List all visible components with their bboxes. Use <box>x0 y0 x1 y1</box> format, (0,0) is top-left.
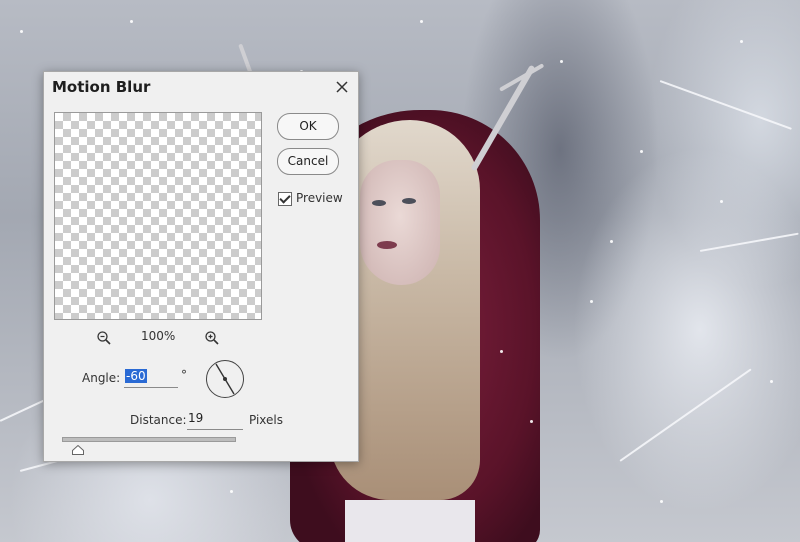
slider-thumb[interactable] <box>72 440 84 455</box>
snowflake <box>770 380 773 383</box>
lips <box>377 241 397 249</box>
preview-area[interactable] <box>54 112 262 320</box>
snowflake <box>640 150 643 153</box>
zoom-out-button[interactable] <box>96 330 112 346</box>
slider-thumb-icon <box>72 444 84 455</box>
white-dress <box>345 500 475 542</box>
angle-label: Angle: <box>82 371 121 385</box>
snowflake <box>660 500 663 503</box>
snowflake <box>560 60 563 63</box>
cancel-button[interactable]: Cancel <box>277 148 339 175</box>
distance-input[interactable]: 19 <box>187 411 243 430</box>
face <box>360 160 440 285</box>
close-icon <box>336 81 348 93</box>
snowflake <box>590 300 593 303</box>
snowflake <box>20 30 23 33</box>
eye <box>372 200 386 206</box>
preview-label: Preview <box>296 191 343 205</box>
zoom-level: 100% <box>141 329 176 343</box>
snowflake <box>420 20 423 23</box>
distance-slider[interactable] <box>62 437 236 442</box>
dialog-title: Motion Blur <box>52 78 151 96</box>
snowy-branch <box>619 368 752 462</box>
snowy-branch <box>699 232 799 252</box>
angle-input[interactable]: -60 <box>124 369 178 388</box>
snowflake <box>610 240 613 243</box>
preview-checkbox[interactable] <box>278 192 292 206</box>
zoom-out-icon <box>97 331 111 345</box>
snowy-branch <box>659 80 792 130</box>
zoom-in-icon <box>205 331 219 345</box>
distance-unit: Pixels <box>249 413 284 427</box>
angle-dial-icon <box>215 363 235 395</box>
snowflake <box>720 200 723 203</box>
snowflake <box>740 40 743 43</box>
snowflake <box>500 350 503 353</box>
angle-value: -60 <box>125 369 147 383</box>
distance-label: Distance: <box>130 413 187 427</box>
eye <box>402 198 416 204</box>
degree-symbol: ° <box>181 368 187 382</box>
snowflake <box>230 490 233 493</box>
angle-dial[interactable] <box>206 360 244 398</box>
zoom-in-button[interactable] <box>204 330 220 346</box>
ok-button[interactable]: OK <box>277 113 339 140</box>
snowflake <box>530 420 533 423</box>
snowflake <box>130 20 133 23</box>
motion-blur-dialog: Motion Blur OK Cancel Preview 100% Angle… <box>43 71 359 462</box>
close-button[interactable] <box>329 74 355 100</box>
